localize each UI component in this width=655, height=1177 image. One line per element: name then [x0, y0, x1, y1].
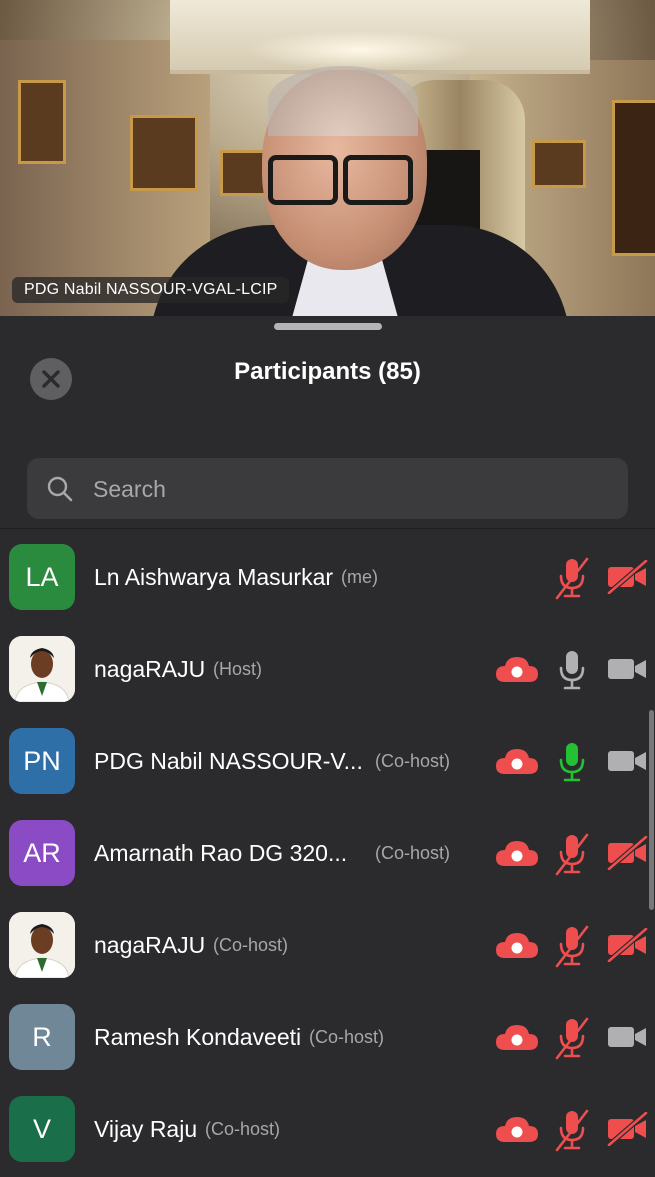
mic-status[interactable]	[553, 556, 591, 605]
microphone-icon	[559, 743, 585, 782]
camera-status[interactable]	[606, 835, 648, 875]
cloud-recording-icon	[496, 933, 538, 958]
participant-row[interactable]: LA Ln Aishwarya Masurkar (me)	[0, 530, 655, 622]
mic-status[interactable]	[553, 740, 591, 789]
camera-status[interactable]	[606, 744, 648, 783]
camera-status[interactable]	[606, 652, 648, 691]
participant-row[interactable]: nagaRAJU (Co-host)	[0, 898, 655, 990]
wall-painting	[18, 80, 66, 164]
participant-row[interactable]: R Ramesh Kondaveeti (Co-host)	[0, 990, 655, 1082]
wall-painting	[220, 150, 268, 196]
avatar[interactable]	[9, 912, 75, 978]
video-off-icon	[607, 927, 648, 963]
participant-list[interactable]: LA Ln Aishwarya Masurkar (me) nagaRAJU (H…	[0, 530, 655, 1174]
participant-name: Amarnath Rao DG 320...	[94, 840, 348, 866]
participant-role: (Host)	[213, 659, 262, 679]
camera-status[interactable]	[606, 927, 648, 967]
participant-row[interactable]: AR Amarnath Rao DG 320... (Co-host)	[0, 806, 655, 898]
recording-indicator	[495, 1114, 539, 1149]
sheet-drag-handle[interactable]	[274, 323, 382, 330]
participant-role: (Co-host)	[309, 1027, 385, 1047]
recording-indicator	[495, 930, 539, 965]
camera-status[interactable]	[606, 559, 648, 599]
video-feed[interactable]: PDG Nabil NASSOUR-VGAL-LCIP	[0, 0, 655, 316]
participant-name: Ramesh Kondaveeti	[94, 1024, 302, 1050]
video-off-icon	[607, 559, 648, 595]
participant-row[interactable]: PN PDG Nabil NASSOUR-V... (Co-host)	[0, 714, 655, 806]
cloud-recording-icon	[496, 1025, 538, 1050]
speaker-hair	[268, 66, 418, 136]
scrollbar[interactable]	[649, 710, 654, 910]
participant-role: (Co-host)	[375, 843, 451, 863]
participant-name: nagaRAJU	[94, 932, 206, 958]
user-photo-icon	[9, 912, 75, 978]
mic-status[interactable]	[553, 648, 591, 697]
mic-status[interactable]	[553, 1016, 591, 1065]
divider	[0, 528, 655, 529]
wall-painting	[130, 115, 198, 191]
search-icon	[47, 476, 73, 502]
recording-indicator	[495, 1022, 539, 1057]
mic-status[interactable]	[553, 924, 591, 973]
participant-name: Vijay Raju	[94, 1116, 198, 1142]
video-off-icon	[607, 835, 648, 871]
avatar[interactable]	[9, 636, 75, 702]
avatar[interactable]: V	[9, 1096, 75, 1162]
speaker-name-tag: PDG Nabil NASSOUR-VGAL-LCIP	[12, 277, 290, 303]
participant-role: (me)	[341, 567, 378, 587]
search-bar[interactable]	[27, 458, 628, 521]
participant-name: Ln Aishwarya Masurkar	[94, 564, 334, 590]
participant-name: PDG Nabil NASSOUR-V...	[94, 748, 363, 774]
avatar[interactable]: PN	[9, 728, 75, 794]
participant-role: (Co-host)	[375, 751, 451, 771]
video-camera-icon	[608, 1027, 646, 1047]
mic-muted-icon	[555, 833, 589, 876]
panel-title: Participants (85)	[234, 358, 421, 385]
cloud-recording-icon	[496, 1117, 538, 1142]
avatar[interactable]: R	[9, 1004, 75, 1070]
mic-muted-icon	[555, 1109, 589, 1152]
participant-row[interactable]: nagaRAJU (Host)	[0, 622, 655, 714]
mic-status[interactable]	[553, 832, 591, 881]
user-photo-icon	[9, 636, 75, 702]
speaker-glasses	[268, 155, 413, 205]
participant-name: nagaRAJU	[94, 656, 206, 682]
cloud-recording-icon	[496, 657, 538, 682]
wall-painting	[532, 140, 586, 188]
mic-muted-icon	[555, 925, 589, 968]
microphone-icon	[559, 651, 585, 690]
cloud-recording-icon	[496, 749, 538, 774]
participant-row[interactable]: V Vijay Raju (Co-host)	[0, 1082, 655, 1174]
recording-indicator	[495, 654, 539, 689]
avatar[interactable]: AR	[9, 820, 75, 886]
video-camera-icon	[608, 751, 646, 771]
mic-muted-icon	[555, 1017, 589, 1060]
participant-role: (Co-host)	[205, 1119, 281, 1139]
camera-status[interactable]	[606, 1020, 648, 1059]
recording-indicator	[495, 838, 539, 873]
participants-panel: Participants (85) LA Ln Aishwarya Masurka…	[0, 316, 655, 1170]
ceiling-light	[245, 30, 475, 70]
avatar[interactable]: LA	[9, 544, 75, 610]
video-off-icon	[607, 1111, 648, 1147]
video-camera-icon	[608, 659, 646, 679]
mic-status[interactable]	[553, 1108, 591, 1157]
participant-role: (Co-host)	[213, 935, 289, 955]
search-input[interactable]	[91, 458, 615, 521]
mic-muted-icon	[555, 557, 589, 600]
wall-painting	[612, 100, 655, 256]
cloud-recording-icon	[496, 841, 538, 866]
camera-status[interactable]	[606, 1111, 648, 1151]
recording-indicator	[495, 746, 539, 781]
